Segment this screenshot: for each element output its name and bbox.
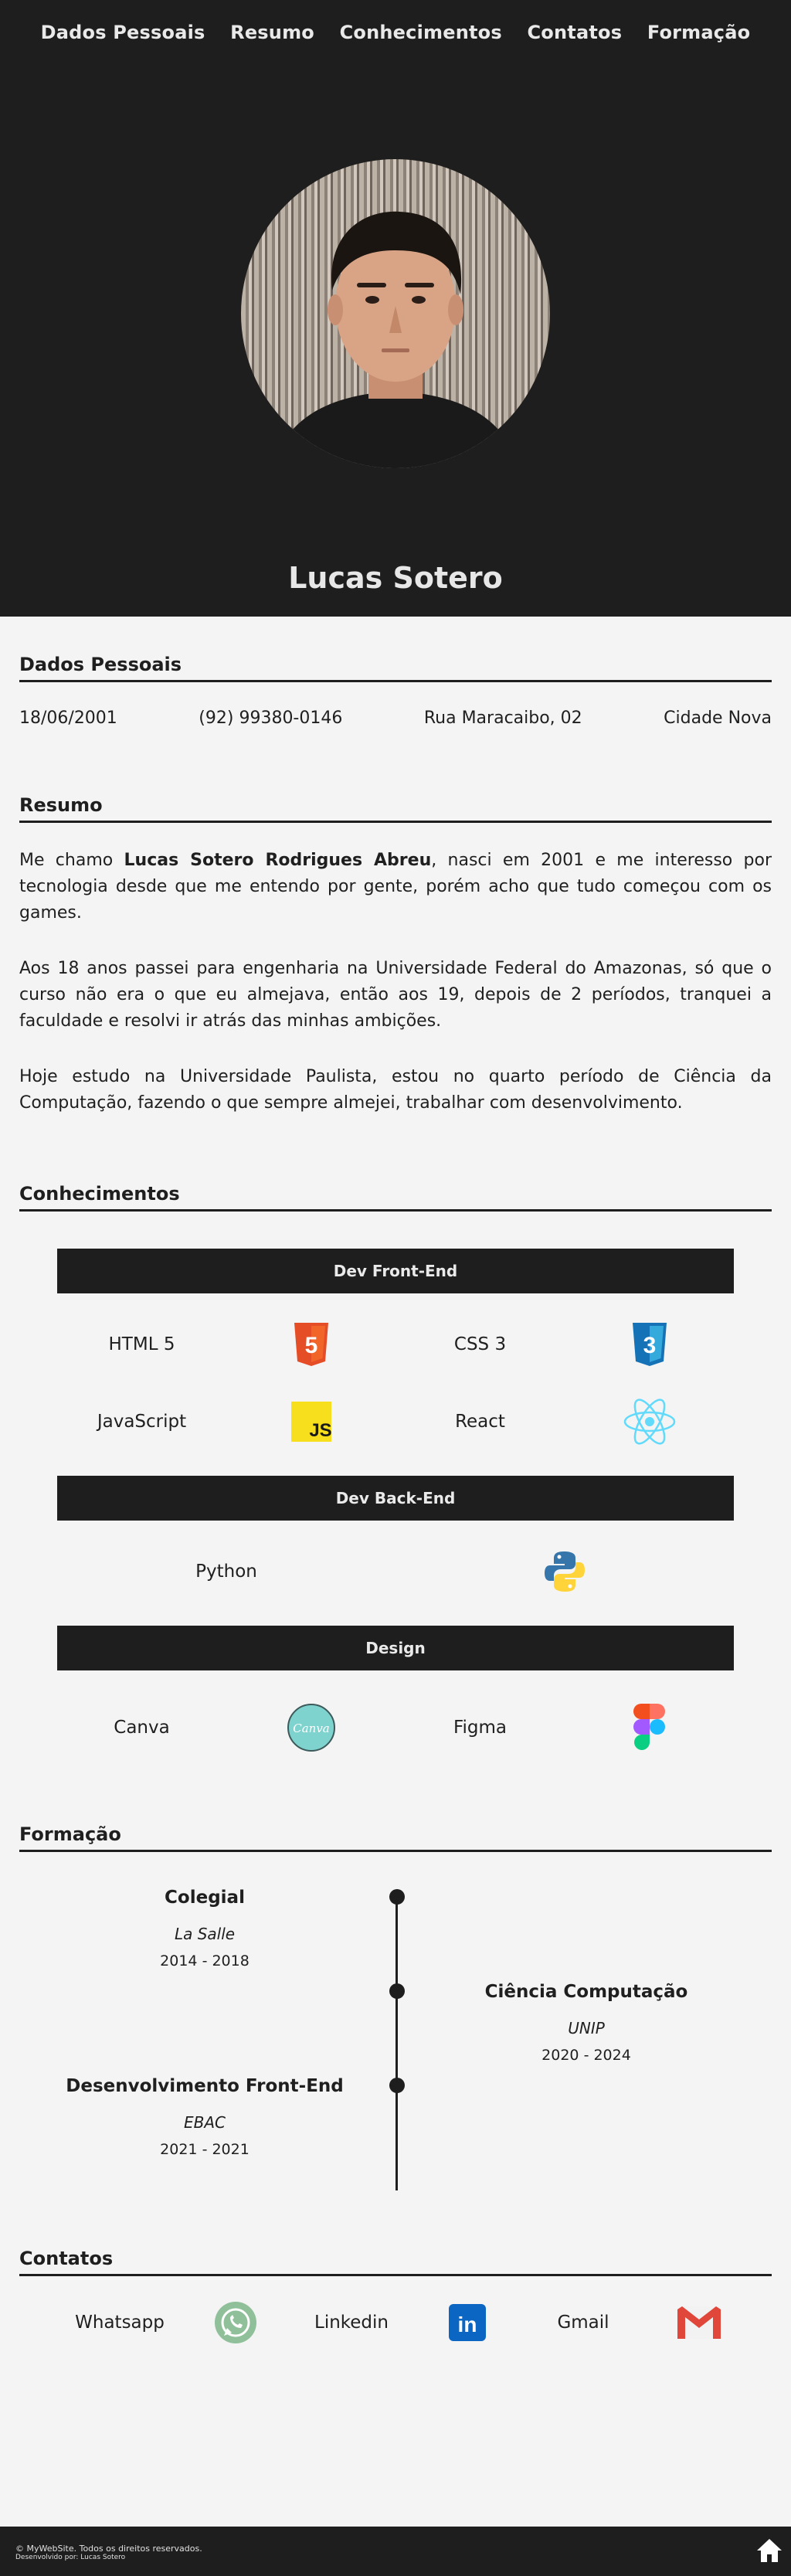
skill-label: CSS 3	[453, 1334, 507, 1354]
birth-date: 18/06/2001	[19, 709, 117, 728]
education-years: 2021 - 2021	[160, 2141, 250, 2158]
education-section: Formação Colegial La Salle 2014 - 2018 C…	[19, 1766, 772, 2197]
education-school: EBAC	[183, 2113, 226, 2132]
contact-label: Linkedin	[314, 2313, 389, 2333]
skill-label: Canva	[114, 1718, 170, 1738]
hero-name: Lucas Sotero	[288, 561, 503, 595]
skill-canva: Canva Canva	[57, 1689, 396, 1766]
linkedin-icon[interactable]: in	[421, 2304, 514, 2341]
resume-paragraph: Hoje estudo na Universidade Paulista, es…	[19, 1067, 772, 1113]
svg-text:Canva: Canva	[293, 1721, 330, 1735]
nav-dados-pessoais[interactable]: Dados Pessoais	[41, 22, 205, 43]
timeline-dot	[389, 1889, 405, 1905]
gmail-icon[interactable]	[653, 2305, 745, 2340]
education-school: La Salle	[174, 1925, 236, 1943]
contact-whatsapp[interactable]: Whatsapp	[50, 2300, 282, 2345]
figma-icon	[565, 1704, 734, 1752]
main-nav: Dados Pessoais Resumo Conhecimentos Cont…	[0, 0, 791, 65]
education-years: 2020 - 2024	[541, 2047, 631, 2064]
svg-text:in: in	[458, 2313, 477, 2336]
section-title: Contatos	[19, 2248, 772, 2276]
district: Cidade Nova	[664, 709, 772, 728]
svg-text:JS: JS	[309, 1420, 331, 1441]
street-address: Rua Maracaibo, 02	[423, 709, 582, 728]
skill-label: Python	[195, 1562, 257, 1582]
personal-section: Dados Pessoais 18/06/2001 (92) 99380-014…	[19, 617, 772, 728]
nav-resumo[interactable]: Resumo	[230, 22, 314, 43]
skill-figma: Figma	[396, 1689, 734, 1766]
full-name: Lucas Sotero Rodrigues Abreu	[124, 851, 432, 870]
education-title: Ciência Computação	[484, 1982, 688, 2002]
education-timeline: Colegial La Salle 2014 - 2018 Ciência Co…	[19, 1864, 772, 2197]
design-skills: Canva Canva Figma	[57, 1689, 734, 1766]
resume-text: Me chamo	[19, 851, 124, 870]
skill-label: React	[455, 1412, 505, 1432]
contact-label: Whatsapp	[75, 2313, 165, 2333]
resume-paragraph: Aos 18 anos passei para engenharia na Un…	[19, 959, 772, 1031]
education-years: 2014 - 2018	[160, 1952, 250, 1969]
frontend-skills: HTML 5 5 CSS 3 3 JavaScript JS React	[57, 1306, 734, 1460]
contacts-section: Contatos Whatsapp Linkedin in Gmail	[19, 2197, 772, 2353]
design-header: Design	[57, 1626, 734, 1670]
nav-conhecimentos[interactable]: Conhecimentos	[340, 22, 502, 43]
nav-contatos[interactable]: Contatos	[527, 22, 622, 43]
svg-text:5: 5	[304, 1333, 317, 1358]
timeline-dot	[389, 2078, 405, 2093]
copyright-text: © MyWebSite. Todos os direitos reservado…	[15, 2544, 202, 2554]
contact-row: Whatsapp Linkedin in Gmail	[19, 2276, 772, 2353]
contact-label: Gmail	[557, 2313, 609, 2333]
skill-css3: CSS 3 3	[396, 1306, 734, 1383]
skill-label: HTML 5	[108, 1334, 175, 1354]
svg-text:3: 3	[643, 1333, 656, 1358]
css3-icon: 3	[565, 1323, 734, 1366]
education-title: Colegial	[165, 1888, 245, 1908]
backend-header: Dev Back-End	[57, 1476, 734, 1521]
education-title: Desenvolvimento Front-End	[66, 2076, 344, 2096]
backend-skills: Python	[57, 1533, 734, 1610]
section-title: Dados Pessoais	[19, 654, 772, 682]
nav-formacao[interactable]: Formação	[647, 22, 750, 43]
personal-info-row: 18/06/2001 (92) 99380-0146 Rua Maracaibo…	[19, 709, 772, 728]
profile-photo	[241, 159, 550, 468]
education-entry: Desenvolvimento Front-End EBAC 2021 - 20…	[19, 2076, 390, 2158]
skill-html5: HTML 5 5	[57, 1306, 396, 1383]
python-icon	[396, 1550, 734, 1593]
skill-label: JavaScript	[97, 1412, 187, 1432]
main-content: Dados Pessoais 18/06/2001 (92) 99380-014…	[0, 617, 791, 2353]
skill-react: React	[396, 1383, 734, 1460]
education-entry: Ciência Computação UNIP 2020 - 2024	[401, 1982, 772, 2064]
education-entry: Colegial La Salle 2014 - 2018	[19, 1888, 390, 1969]
react-icon	[565, 1398, 734, 1446]
html5-icon: 5	[226, 1323, 396, 1366]
section-title: Conhecimentos	[19, 1183, 772, 1212]
frontend-header: Dev Front-End	[57, 1249, 734, 1293]
phone-number: (92) 99380-0146	[199, 709, 343, 728]
hero-header: Dados Pessoais Resumo Conhecimentos Cont…	[0, 0, 791, 617]
home-icon[interactable]	[755, 2537, 783, 2567]
resume-paragraph: Me chamo Lucas Sotero Rodrigues Abreu, n…	[19, 848, 772, 926]
footer: © MyWebSite. Todos os direitos reservado…	[0, 2527, 791, 2576]
skill-label: Figma	[453, 1718, 508, 1738]
skills-section: Conhecimentos Dev Front-End HTML 5 5 CSS…	[19, 1116, 772, 1766]
page: Dados Pessoais Resumo Conhecimentos Cont…	[0, 0, 791, 2576]
resume-section: Resumo Me chamo Lucas Sotero Rodrigues A…	[19, 728, 772, 1116]
skill-javascript: JavaScript JS	[57, 1383, 396, 1460]
javascript-icon: JS	[226, 1402, 396, 1442]
canva-icon: Canva	[226, 1703, 396, 1752]
education-school: UNIP	[568, 2019, 605, 2037]
contact-linkedin[interactable]: Linkedin in	[282, 2304, 514, 2341]
timeline-line	[396, 1897, 398, 2190]
skill-python: Python	[57, 1533, 734, 1610]
section-title: Formação	[19, 1823, 772, 1852]
whatsapp-icon[interactable]	[189, 2300, 282, 2345]
section-title: Resumo	[19, 794, 772, 823]
contact-gmail[interactable]: Gmail	[514, 2305, 745, 2340]
developer-credit: Desenvolvido por: Lucas Sotero	[15, 2554, 126, 2561]
